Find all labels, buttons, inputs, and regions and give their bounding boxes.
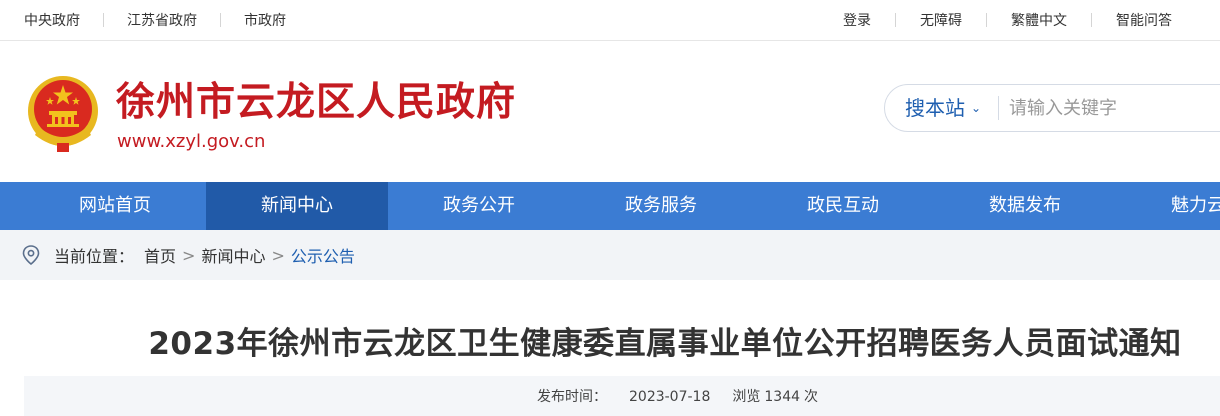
top-link-central-gov[interactable]: 中央政府 xyxy=(24,10,80,30)
divider xyxy=(986,13,987,27)
publish-date: 2023-07-18 xyxy=(629,389,711,405)
breadcrumb-label: 当前位置： xyxy=(54,247,135,266)
divider xyxy=(895,13,896,27)
nav-item-news-center[interactable]: 新闻中心 xyxy=(206,182,388,230)
article-meta-bar: 发布时间： 2023-07-18 浏览 1344 次 xyxy=(24,376,1220,416)
breadcrumb-news-center[interactable]: 新闻中心 xyxy=(201,243,265,267)
views-count: 1344 xyxy=(764,389,801,405)
search-input[interactable] xyxy=(1009,93,1220,123)
top-links-right: 登录 无障碍 繁體中文 智能问答 xyxy=(843,0,1220,40)
breadcrumb-separator: > xyxy=(182,245,196,265)
main-nav: 网站首页 新闻中心 政务公开 政务服务 政民互动 数据发布 魅力云龙 xyxy=(0,182,1220,230)
article-meta: 发布时间： 2023-07-18 浏览 1344 次 xyxy=(537,386,840,406)
divider xyxy=(103,13,104,27)
breadcrumb-home[interactable]: 首页 xyxy=(144,243,176,267)
traditional-chinese-link[interactable]: 繁體中文 xyxy=(1011,10,1067,30)
top-link-city-gov[interactable]: 市政府 xyxy=(244,10,286,30)
nav-item-interaction[interactable]: 政民互动 xyxy=(752,182,934,230)
site-title[interactable]: 徐州市云龙区人民政府 xyxy=(116,79,516,127)
breadcrumb-current[interactable]: 公示公告 xyxy=(291,243,355,267)
location-pin-icon xyxy=(22,245,40,265)
breadcrumb: 当前位置： 首页 > 新闻中心 > 公示公告 xyxy=(0,230,1220,280)
accessibility-link[interactable]: 无障碍 xyxy=(920,10,962,30)
search-scope-dropdown[interactable]: 搜本站 ⌄ xyxy=(905,85,981,131)
search-box: 搜本站 ⌄ xyxy=(884,84,1220,132)
publish-label: 发布时间： xyxy=(537,389,607,405)
views-unit: 次 xyxy=(804,389,819,405)
divider xyxy=(998,96,999,120)
nav-item-home[interactable]: 网站首页 xyxy=(24,182,206,230)
nav-item-data-release[interactable]: 数据发布 xyxy=(934,182,1116,230)
top-bar: 中央政府 江苏省政府 市政府 登录 无障碍 繁體中文 智能问答 xyxy=(0,0,1220,41)
divider xyxy=(1091,13,1092,27)
national-emblem-icon[interactable] xyxy=(25,73,101,153)
views-label: 浏览 xyxy=(732,389,761,405)
site-url: www.xzyl.gov.cn xyxy=(117,131,266,152)
nav-item-charm-yunlong[interactable]: 魅力云龙 xyxy=(1116,182,1220,230)
top-link-jiangsu-gov[interactable]: 江苏省政府 xyxy=(127,10,197,30)
breadcrumb-separator: > xyxy=(271,245,285,265)
divider xyxy=(220,13,221,27)
login-link[interactable]: 登录 xyxy=(843,10,871,30)
site-header: 徐州市云龙区人民政府 www.xzyl.gov.cn 搜本站 ⌄ xyxy=(0,41,1220,182)
top-links-left: 中央政府 江苏省政府 市政府 xyxy=(24,0,286,40)
nav-item-gov-services[interactable]: 政务服务 xyxy=(570,182,752,230)
search-scope-label: 搜本站 xyxy=(905,96,965,120)
smart-qa-link[interactable]: 智能问答 xyxy=(1116,10,1172,30)
nav-item-gov-affairs-open[interactable]: 政务公开 xyxy=(388,182,570,230)
chevron-down-icon: ⌄ xyxy=(971,101,982,115)
article-title: 2023年徐州市云龙区卫生健康委直属事业单位公开招聘医务人员面试通知 xyxy=(148,326,1182,362)
